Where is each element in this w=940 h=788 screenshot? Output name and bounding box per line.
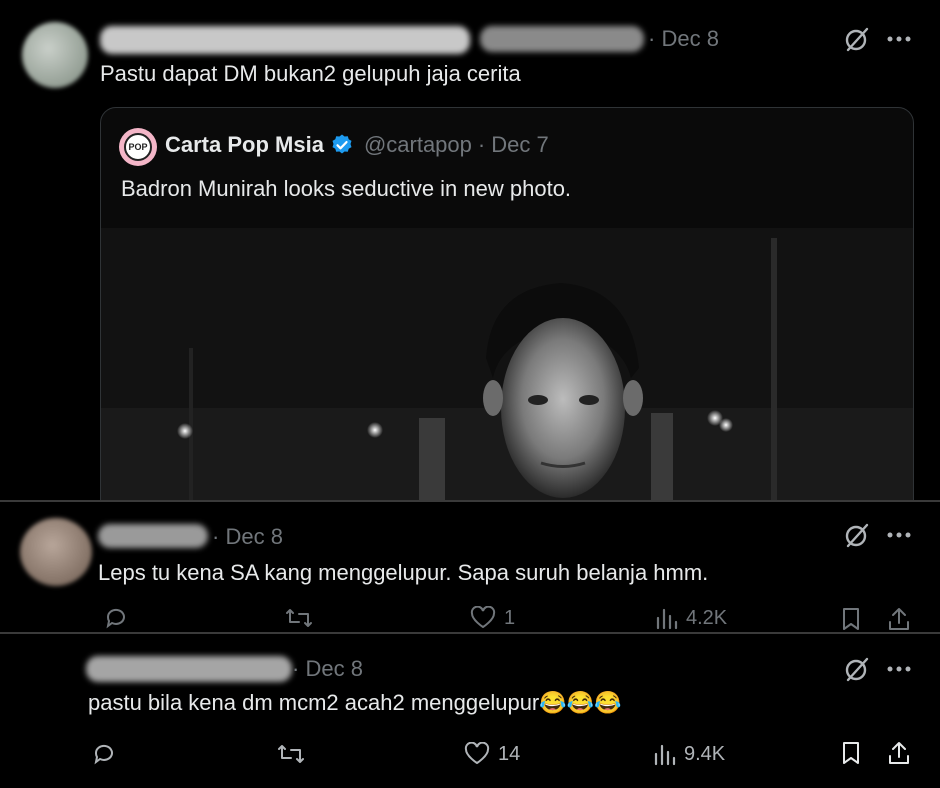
retweet-icon <box>278 745 304 763</box>
like-count: 1 <box>504 606 516 629</box>
grok-icon[interactable] <box>842 24 872 54</box>
reply-icon <box>94 744 113 765</box>
quote-handle[interactable]: @cartapop <box>364 132 472 158</box>
grok-icon[interactable] <box>842 654 872 684</box>
bookmark-button[interactable] <box>840 606 862 632</box>
views-icon <box>654 744 676 766</box>
photo-illustration <box>101 228 913 528</box>
share-icon <box>889 608 909 630</box>
quote-date-sep: · <box>477 132 486 157</box>
retweet-icon <box>286 609 312 627</box>
views-button[interactable]: 4.2K <box>654 606 727 630</box>
laughing-emoji-icons: 😂😂😂 <box>539 690 622 715</box>
quoted-tweet-card[interactable]: POP Carta Pop Msia @cartapop · Dec 7 Bad… <box>100 107 914 529</box>
quote-text: Badron Munirah looks seductive in new ph… <box>121 176 572 201</box>
share-button[interactable] <box>886 740 912 766</box>
pop-logo-text: POP <box>128 142 148 152</box>
tweet-text: Leps tu kena SA kang menggelupur. Sapa s… <box>98 560 709 585</box>
quote-photo[interactable] <box>101 228 913 528</box>
share-icon <box>889 742 909 764</box>
bookmark-icon <box>843 742 859 764</box>
tweet-date-label: Dec 8 <box>305 656 363 681</box>
more-icon[interactable] <box>884 24 914 54</box>
quote-date[interactable]: Dec 7 <box>491 132 548 158</box>
tweet-2[interactable]: · Dec 8 Leps tu kena SA kang menggelupur… <box>0 502 940 632</box>
tweet-text: Pastu dapat DM bukan2 gelupuh jaja cerit… <box>100 61 521 86</box>
verified-badge-icon <box>330 133 354 157</box>
more-icon[interactable] <box>884 520 914 550</box>
bookmark-icon <box>843 608 859 630</box>
username-redacted[interactable] <box>480 26 644 52</box>
share-button[interactable] <box>886 606 912 632</box>
like-icon <box>470 606 496 629</box>
tweet-text-body: pastu bila kena dm mcm2 acah2 menggelupu… <box>88 690 540 715</box>
quote-avatar[interactable]: POP <box>119 128 157 166</box>
views-button[interactable]: 9.4K <box>652 742 725 766</box>
avatar[interactable] <box>20 518 92 586</box>
like-button[interactable]: 14 <box>464 742 520 766</box>
tweet-text: pastu bila kena dm mcm2 acah2 menggelupu… <box>88 690 621 716</box>
quote-author-line: Carta Pop Msia @cartapop · Dec 7 <box>165 132 549 158</box>
quote-display-name[interactable]: Carta Pop Msia <box>165 132 324 158</box>
bookmark-button[interactable] <box>840 740 862 766</box>
view-count: 4.2K <box>686 606 728 629</box>
tweet-date[interactable]: · Dec 8 <box>292 656 363 682</box>
retweet-button[interactable] <box>284 606 314 630</box>
tweet-3[interactable]: · Dec 8 pastu bila kena dm mcm2 acah2 me… <box>0 634 940 788</box>
avatar[interactable] <box>22 22 88 88</box>
view-count: 9.4K <box>684 742 726 765</box>
pop-logo: POP <box>124 133 152 161</box>
reply-button[interactable] <box>92 742 116 766</box>
display-name-redacted[interactable] <box>98 524 208 548</box>
tweet-date[interactable]: · Dec 8 <box>648 26 719 52</box>
display-name-redacted[interactable] <box>86 656 292 682</box>
retweet-button[interactable] <box>276 742 306 766</box>
reply-icon <box>106 608 125 629</box>
like-icon <box>464 742 490 765</box>
like-button[interactable]: 1 <box>470 606 515 630</box>
display-name-redacted[interactable] <box>100 26 470 54</box>
tweet-date[interactable]: · Dec 8 <box>212 524 283 550</box>
views-icon <box>656 608 678 630</box>
tweet-date-label: Dec 8 <box>661 26 719 51</box>
reply-button[interactable] <box>104 606 128 630</box>
more-icon[interactable] <box>884 654 914 684</box>
tweet-date-label: Dec 8 <box>225 524 283 549</box>
like-count: 14 <box>498 742 521 765</box>
grok-icon[interactable] <box>842 520 872 550</box>
